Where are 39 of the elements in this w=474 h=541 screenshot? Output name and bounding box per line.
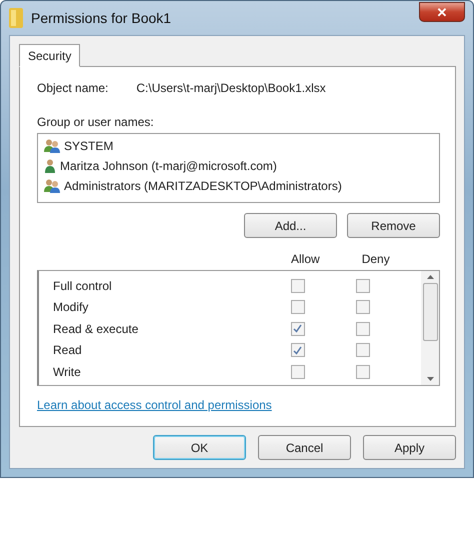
permission-checkbox[interactable] — [356, 322, 370, 336]
permission-checkbox[interactable] — [290, 300, 305, 314]
folder-icon — [9, 8, 23, 28]
column-header: Allow — [291, 252, 320, 266]
scroll-up-icon[interactable] — [426, 275, 434, 279]
users-icon — [44, 179, 60, 193]
permission-checkbox[interactable] — [290, 278, 305, 293]
permission-name: Full control — [53, 278, 113, 293]
group-action-button[interactable]: Remove — [347, 213, 440, 238]
permission-name: Write — [53, 364, 82, 379]
permission-checkbox[interactable] — [290, 364, 305, 379]
scrollbar[interactable] — [421, 271, 439, 385]
dialog-button[interactable]: Apply — [363, 435, 456, 460]
close-button[interactable]: ✕ — [419, 2, 465, 22]
scroll-down-icon[interactable] — [426, 377, 434, 381]
user-icon — [44, 159, 56, 173]
permission-checkbox[interactable] — [356, 300, 370, 314]
group-action-button[interactable]: Add... — [244, 213, 337, 238]
permission-name: Read — [53, 343, 83, 358]
column-header: Deny — [362, 252, 390, 266]
dialog-button[interactable]: Cancel — [258, 435, 351, 460]
object-name-value: C:\Users\t-marj\Desktop\Book1.xlsx — [136, 81, 326, 95]
users-icon — [44, 139, 60, 153]
permission-name: Read & execute — [53, 322, 140, 336]
permission-checkbox[interactable] — [356, 343, 370, 358]
group-list-item[interactable]: Administrators (MARITZADESKTOP\Administrators) — [44, 176, 433, 196]
tab[interactable]: Security — [19, 44, 80, 67]
permission-name: Modify — [53, 300, 90, 314]
group-list-item[interactable]: Maritza Johnson (t-marj@microsoft.com) — [44, 156, 433, 176]
permission-checkbox[interactable] — [290, 322, 305, 336]
permission-checkbox[interactable] — [356, 364, 370, 379]
group-list-label: Group or user names: — [37, 115, 155, 129]
dialog-button[interactable]: OK — [153, 435, 246, 460]
window-title: Permissions for Book1 — [31, 10, 172, 26]
group-list-item[interactable]: SYSTEM — [44, 136, 433, 156]
permission-checkbox[interactable] — [356, 278, 370, 293]
object-name-label: Object name: — [37, 81, 108, 95]
permission-checkbox[interactable] — [290, 343, 305, 358]
help-link[interactable]: Learn about access control and permissions — [37, 398, 272, 412]
